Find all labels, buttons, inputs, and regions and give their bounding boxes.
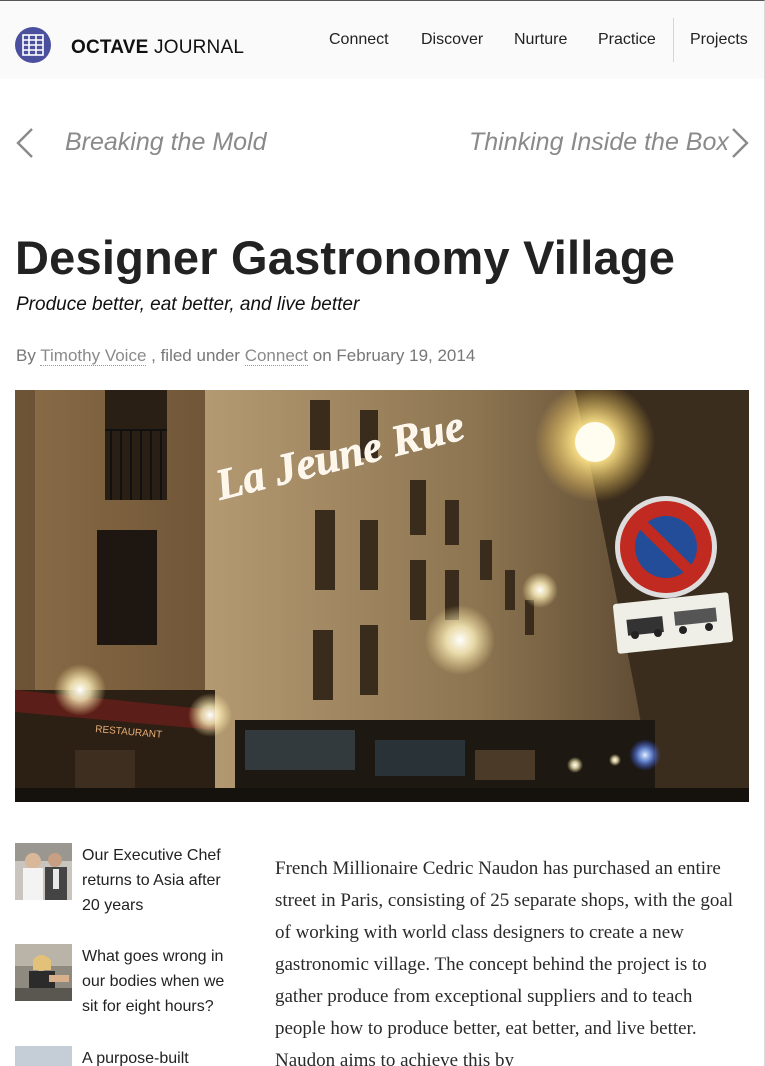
byline-date: on February 19, 2014 — [308, 346, 476, 365]
article-title: Designer Gastronomy Village — [15, 231, 676, 284]
related-item[interactable]: What goes wrong in our bodies when we si… — [15, 944, 245, 1024]
nav-practice[interactable]: Practice — [598, 31, 656, 49]
byline-filed: , filed under — [146, 346, 245, 365]
related-title[interactable]: A purpose-built — [82, 1046, 242, 1066]
related-item[interactable]: A purpose-built — [15, 1046, 245, 1066]
related-item[interactable]: Our Executive Chef returns to Asia after… — [15, 843, 245, 923]
nav-discover[interactable]: Discover — [421, 31, 483, 49]
article-body: French Millionaire Cedric Naudon has pur… — [275, 858, 734, 1066]
brand-light: JOURNAL — [148, 37, 245, 58]
site-brand[interactable]: OCTAVE JOURNAL — [71, 37, 244, 59]
author-link[interactable]: Timothy Voice — [40, 346, 147, 366]
related-thumb-sitting[interactable] — [15, 944, 72, 1001]
article-byline: By Timothy Voice , filed under Connect o… — [16, 346, 475, 366]
chevron-left-icon[interactable] — [15, 127, 35, 159]
related-thumb-building[interactable] — [15, 1046, 72, 1066]
category-link[interactable]: Connect — [244, 346, 309, 366]
logo-grid-icon[interactable] — [15, 27, 51, 63]
site-header: OCTAVE JOURNAL Connect Discover Nurture … — [0, 1, 764, 79]
related-thumb-chefs[interactable] — [15, 843, 72, 900]
hero-image: RESTAURANT La Jeune Rue — [15, 390, 749, 802]
nav-connect[interactable]: Connect — [329, 31, 389, 49]
page: OCTAVE JOURNAL Connect Discover Nurture … — [0, 0, 765, 1066]
related-title[interactable]: What goes wrong in our bodies when we si… — [82, 944, 242, 1019]
related-title[interactable]: Our Executive Chef returns to Asia after… — [82, 843, 242, 918]
prev-article-link[interactable]: Breaking the Mold — [65, 128, 267, 157]
next-article-link[interactable]: Thinking Inside the Box — [469, 128, 729, 157]
chevron-right-icon[interactable] — [730, 127, 750, 159]
nav-projects[interactable]: Projects — [690, 31, 748, 49]
article-subtitle: Produce better, eat better, and live bet… — [16, 294, 360, 315]
byline-prefix: By — [16, 346, 41, 365]
nav-nurture[interactable]: Nurture — [514, 31, 567, 49]
nav-divider — [673, 18, 674, 62]
brand-bold: OCTAVE — [71, 37, 149, 58]
